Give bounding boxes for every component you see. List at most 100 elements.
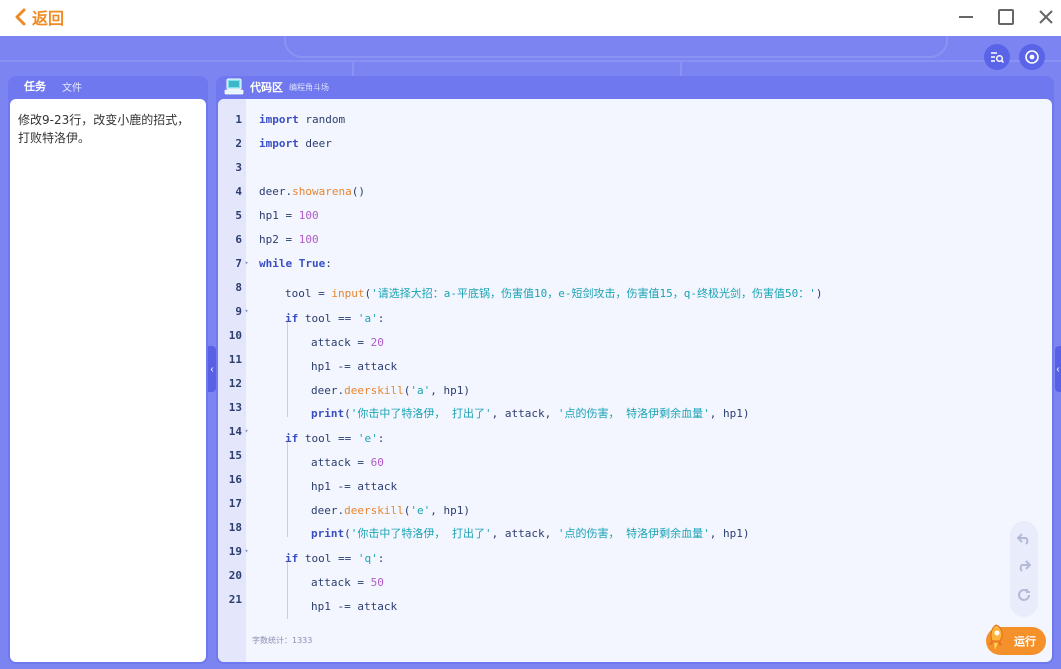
line-number: 3: [235, 160, 242, 174]
back-label: 返回: [32, 9, 65, 28]
indent-guide: [285, 393, 311, 417]
title-bar: 返回: [0, 0, 1061, 36]
indent-guide: [259, 346, 285, 370]
code-line[interactable]: 17 deer.deerskill('e', hp1): [218, 489, 1052, 517]
tab-task[interactable]: 任务: [24, 78, 46, 98]
search-code-button[interactable]: [984, 44, 1010, 70]
fold-toggle-icon[interactable]: ▾: [242, 307, 251, 315]
collapse-left-handle[interactable]: ‹: [208, 346, 216, 392]
indent-guide: [285, 345, 311, 370]
run-label: 运行: [1014, 635, 1036, 648]
code-text: hp1 -= attack: [251, 345, 397, 373]
code-line[interactable]: 21 hp1 -= attack: [218, 585, 1052, 613]
code-text: deer.deerskill('q', hp1): [251, 609, 470, 619]
back-button[interactable]: 返回: [14, 6, 64, 28]
code-line[interactable]: 3: [218, 155, 1052, 179]
code-line[interactable]: 12 deer.deerskill('a', hp1): [218, 369, 1052, 397]
line-number: 20: [228, 568, 242, 582]
indent-guide: [285, 489, 311, 514]
indent-guide: [285, 585, 311, 610]
line-number: 14: [228, 424, 242, 438]
indent-guide: [285, 513, 311, 537]
code-line[interactable]: 11 hp1 -= attack: [218, 345, 1052, 373]
editor-history-tools: [1010, 521, 1038, 617]
close-icon: [1039, 10, 1053, 24]
reset-button[interactable]: [1017, 588, 1031, 605]
line-number: 19: [228, 544, 242, 558]
line-number: 15: [228, 448, 242, 462]
undo-button[interactable]: [1016, 533, 1031, 548]
code-text: import deer: [251, 137, 332, 150]
code-lines[interactable]: 1 import random 2 import deer 3 4 deer.showare…: [218, 107, 1052, 619]
code-line[interactable]: 2 import deer: [218, 131, 1052, 155]
indent-guide: [285, 321, 311, 346]
close-button[interactable]: [1034, 6, 1058, 28]
code-text: if tool == 'q':: [251, 538, 384, 565]
task-panel: 任务 文件 修改9-23行，改变小鹿的招式，打败特洛伊。: [8, 76, 208, 664]
code-token: import: [259, 136, 299, 150]
line-number: 16: [228, 472, 242, 486]
code-line[interactable]: 14 ▾ if tool == 'e':: [218, 419, 1052, 445]
code-token: True: [298, 256, 326, 270]
code-text: hp1 -= attack: [251, 585, 397, 613]
line-number: 11: [228, 352, 242, 366]
maximize-button[interactable]: [994, 6, 1018, 28]
fold-toggle-icon[interactable]: ▾: [242, 547, 251, 555]
minimize-button[interactable]: [954, 6, 978, 28]
indent-guide: [259, 322, 285, 346]
code-text: if tool == 'a':: [251, 298, 384, 325]
line-number: 7: [235, 256, 242, 270]
code-token: :: [325, 256, 332, 270]
line-number: 5: [235, 208, 242, 222]
code-text: attack = 50: [251, 561, 384, 589]
code-line[interactable]: 13 print('你击中了特洛伊， 打出了', attack, '点的伤害， 特…: [218, 393, 1052, 420]
bg-decoration: [284, 36, 948, 58]
indent-guide: [259, 273, 285, 297]
fold-toggle-icon[interactable]: ▾: [242, 427, 251, 435]
minimize-icon: [959, 16, 973, 18]
task-content: 修改9-23行，改变小鹿的招式，打败特洛伊。: [10, 99, 206, 662]
indent-guide: [259, 298, 285, 322]
code-token: while: [259, 256, 293, 270]
indent-guide: [259, 490, 285, 514]
code-token: random: [298, 112, 346, 126]
bg-decoration: [0, 60, 1061, 62]
code-line[interactable]: 19 ▾ if tool == 'q':: [218, 538, 1052, 565]
code-line[interactable]: 16 hp1 -= attack: [218, 465, 1052, 493]
code-line[interactable]: 20 attack = 50: [218, 561, 1052, 589]
collapse-right-handle[interactable]: ‹: [1055, 346, 1061, 392]
line-number: 6: [235, 232, 242, 246]
chevron-left-icon: ‹: [210, 363, 214, 375]
line-number: 21: [228, 592, 242, 606]
code-line[interactable]: 9 ▾ if tool == 'a':: [218, 298, 1052, 325]
code-line[interactable]: 7 ▾ while True:: [218, 251, 1052, 275]
fold-toggle-icon[interactable]: ▾: [242, 259, 251, 267]
code-editor[interactable]: 1 import random 2 import deer 3 4 deer.showare…: [218, 99, 1052, 662]
code-line[interactable]: 6 hp2 = 100: [218, 227, 1052, 251]
code-line[interactable]: 8 tool = input('请选择大招：a-平底锅，伤害值10，e-短剑攻击，…: [218, 273, 1052, 301]
line-number: 2: [235, 136, 242, 150]
indent-guide: [259, 538, 285, 562]
code-token: deer: [298, 136, 332, 150]
redo-button[interactable]: [1017, 560, 1032, 575]
code-line[interactable]: 4 deer.showarena(): [218, 179, 1052, 203]
indent-guide: [259, 393, 285, 417]
code-line[interactable]: 10 attack = 20: [218, 321, 1052, 349]
code-line[interactable]: 22 deer.deerskill('q', hp1): [218, 609, 1052, 619]
indent-guide: [259, 513, 285, 537]
code-text: deer.showarena(): [251, 185, 365, 198]
target-button[interactable]: [1019, 44, 1045, 70]
maximize-icon: [998, 9, 1014, 25]
code-text: hp1 = 100: [251, 209, 319, 222]
code-token: hp1 =: [259, 208, 299, 222]
code-text: attack = 20: [251, 321, 384, 349]
tab-files[interactable]: 文件: [62, 79, 82, 98]
code-subtitle: 编程角斗场: [289, 82, 329, 92]
code-token: import: [259, 112, 299, 126]
code-line[interactable]: 5 hp1 = 100: [218, 203, 1052, 227]
code-line[interactable]: 18 print('你击中了特洛伊， 打出了', attack, '点的伤害， 特…: [218, 513, 1052, 540]
code-line[interactable]: 1 import random: [218, 107, 1052, 131]
code-token: 100: [298, 208, 319, 222]
code-line[interactable]: 15 attack = 60: [218, 441, 1052, 469]
